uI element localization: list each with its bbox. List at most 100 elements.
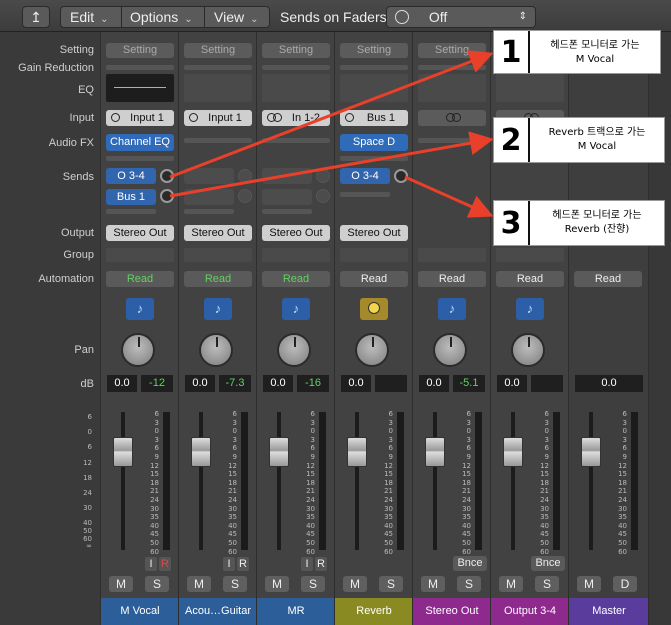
volume-readout[interactable]: 0.0 bbox=[419, 375, 449, 392]
record-enable-button[interactable]: R bbox=[237, 557, 249, 571]
group-slot[interactable] bbox=[106, 248, 174, 262]
solo-button[interactable]: S bbox=[379, 576, 403, 592]
peak-readout[interactable]: -12 bbox=[141, 375, 173, 392]
audio-fx-slot[interactable]: Channel EQ bbox=[106, 134, 174, 151]
record-enable-button[interactable]: R bbox=[159, 557, 171, 571]
volume-readout[interactable]: 0.0 bbox=[575, 375, 643, 392]
audio-fx-empty-slot[interactable] bbox=[184, 138, 252, 143]
eq-display[interactable] bbox=[418, 74, 486, 102]
input-monitor-button[interactable]: I bbox=[301, 557, 313, 571]
send-level-knob-2[interactable] bbox=[160, 189, 174, 203]
mute-button[interactable]: M bbox=[187, 576, 211, 592]
fader-cap[interactable] bbox=[425, 437, 445, 467]
group-slot[interactable] bbox=[184, 248, 252, 262]
fader-cap[interactable] bbox=[581, 437, 601, 467]
solo-button[interactable]: S bbox=[223, 576, 247, 592]
group-slot[interactable] bbox=[340, 248, 408, 262]
audio-fx-slot[interactable]: Space D bbox=[340, 134, 408, 151]
peak-readout[interactable]: -7.3 bbox=[219, 375, 251, 392]
send-level-knob-1[interactable] bbox=[160, 169, 174, 183]
waveform-icon[interactable]: ♪ bbox=[126, 298, 154, 320]
send-empty-slot[interactable] bbox=[184, 168, 234, 184]
send-slot-1[interactable]: O 3-4 bbox=[106, 168, 156, 184]
track-name[interactable]: Reverb bbox=[335, 598, 413, 625]
track-name[interactable]: Master bbox=[569, 598, 649, 625]
mute-button[interactable]: M bbox=[499, 576, 523, 592]
peak-readout[interactable] bbox=[531, 375, 563, 392]
stereo-link-icon[interactable] bbox=[418, 110, 486, 126]
pan-knob[interactable] bbox=[355, 333, 389, 367]
waveform-icon[interactable]: ♪ bbox=[516, 298, 544, 320]
track-name[interactable]: Acou…Guitar bbox=[179, 598, 257, 625]
input-button[interactable]: Bus 1 bbox=[340, 110, 408, 126]
peak-readout[interactable] bbox=[375, 375, 407, 392]
track-name[interactable]: Stereo Out bbox=[413, 598, 491, 625]
output-button[interactable]: Stereo Out bbox=[106, 225, 174, 241]
bounce-button[interactable]: Bnce bbox=[453, 556, 487, 571]
group-slot[interactable] bbox=[496, 248, 564, 262]
group-slot[interactable] bbox=[262, 248, 330, 262]
view-menu[interactable]: View ⌄ bbox=[214, 9, 258, 25]
solo-button[interactable]: S bbox=[145, 576, 169, 592]
options-menu[interactable]: Options ⌄ bbox=[130, 9, 193, 25]
bounce-button[interactable]: Bnce bbox=[531, 556, 565, 571]
track-name[interactable]: MR bbox=[257, 598, 335, 625]
automation-mode-button[interactable]: Read bbox=[184, 271, 252, 287]
pan-knob[interactable] bbox=[199, 333, 233, 367]
send-slot-2[interactable]: Bus 1 bbox=[106, 189, 156, 205]
audio-fx-empty-slot[interactable] bbox=[418, 138, 486, 143]
peak-readout[interactable]: -5.1 bbox=[453, 375, 485, 392]
send-level-knob-1[interactable] bbox=[394, 169, 408, 183]
fader-cap[interactable] bbox=[503, 437, 523, 467]
input-button[interactable]: Input 1 bbox=[106, 110, 174, 126]
group-slot[interactable] bbox=[418, 248, 486, 262]
audio-fx-empty-slot[interactable] bbox=[262, 138, 330, 143]
solo-button[interactable]: S bbox=[457, 576, 481, 592]
track-name[interactable]: M Vocal bbox=[101, 598, 179, 625]
automation-mode-button[interactable]: Read bbox=[262, 271, 330, 287]
dim-button[interactable]: D bbox=[613, 576, 637, 592]
eq-display[interactable] bbox=[340, 74, 408, 102]
waveform-icon[interactable]: ♪ bbox=[438, 298, 466, 320]
waveform-icon[interactable]: ♪ bbox=[282, 298, 310, 320]
eq-display[interactable] bbox=[184, 74, 252, 102]
track-name[interactable]: Output 3-4 bbox=[491, 598, 569, 625]
automation-mode-button[interactable]: Read bbox=[340, 271, 408, 287]
waveform-icon[interactable]: ♪ bbox=[204, 298, 232, 320]
solo-button[interactable]: S bbox=[535, 576, 559, 592]
pan-knob[interactable] bbox=[511, 333, 545, 367]
pan-knob[interactable] bbox=[277, 333, 311, 367]
solo-button[interactable]: S bbox=[301, 576, 325, 592]
fader-cap[interactable] bbox=[113, 437, 133, 467]
sends-on-faders-select[interactable]: Off ⇕ bbox=[386, 6, 536, 28]
mute-button[interactable]: M bbox=[577, 576, 601, 592]
mute-button[interactable]: M bbox=[265, 576, 289, 592]
volume-readout[interactable]: 0.0 bbox=[341, 375, 371, 392]
input-button[interactable]: Input 1 bbox=[184, 110, 252, 126]
volume-readout[interactable]: 0.0 bbox=[107, 375, 137, 392]
peak-readout[interactable]: -16 bbox=[297, 375, 329, 392]
input-button[interactable]: In 1-2 bbox=[262, 110, 330, 126]
setting-button[interactable]: Setting bbox=[340, 43, 408, 58]
volume-readout[interactable]: 0.0 bbox=[185, 375, 215, 392]
pan-knob[interactable] bbox=[433, 333, 467, 367]
input-monitor-button[interactable]: I bbox=[145, 557, 157, 571]
eq-display[interactable] bbox=[262, 74, 330, 102]
fader-cap[interactable] bbox=[347, 437, 367, 467]
fader-cap[interactable] bbox=[191, 437, 211, 467]
setting-button[interactable]: Setting bbox=[262, 43, 330, 58]
automation-mode-button[interactable]: Read bbox=[574, 271, 642, 287]
eq-display[interactable] bbox=[496, 74, 564, 102]
automation-mode-button[interactable]: Read bbox=[106, 271, 174, 287]
plugin-icon[interactable] bbox=[360, 298, 388, 320]
volume-readout[interactable]: 0.0 bbox=[263, 375, 293, 392]
fader-cap[interactable] bbox=[269, 437, 289, 467]
output-button[interactable]: Stereo Out bbox=[340, 225, 408, 241]
output-button[interactable]: Stereo Out bbox=[184, 225, 252, 241]
volume-readout[interactable]: 0.0 bbox=[497, 375, 527, 392]
setting-button[interactable]: Setting bbox=[418, 43, 486, 58]
mute-button[interactable]: M bbox=[343, 576, 367, 592]
back-arrow-icon[interactable]: ↥ bbox=[22, 6, 50, 28]
automation-mode-button[interactable]: Read bbox=[418, 271, 486, 287]
mute-button[interactable]: M bbox=[109, 576, 133, 592]
